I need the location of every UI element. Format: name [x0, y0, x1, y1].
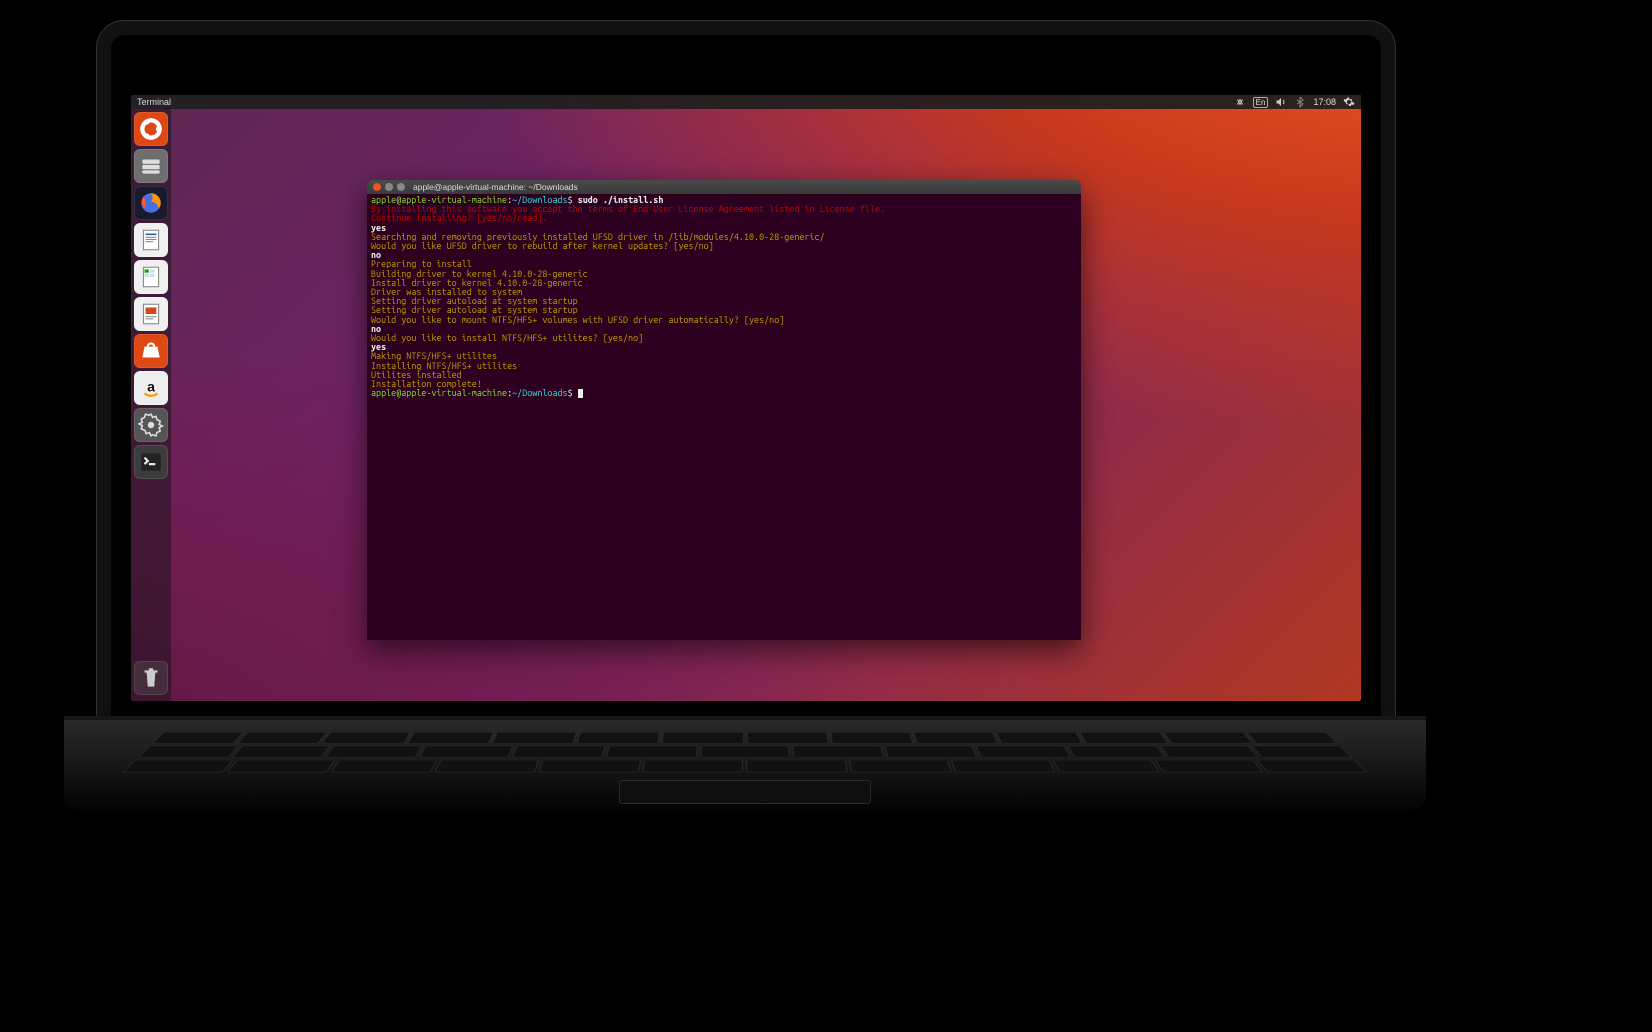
active-app-title[interactable]: Terminal — [137, 97, 171, 107]
maximize-icon[interactable] — [397, 183, 405, 191]
window-title: apple@apple-virtual-machine: ~/Downloads — [413, 182, 578, 192]
trash-icon[interactable] — [134, 661, 168, 695]
keyboard-layout-indicator[interactable]: En — [1253, 97, 1269, 108]
clock[interactable]: 17:08 — [1313, 97, 1336, 107]
software-center-icon[interactable] — [134, 334, 168, 368]
files-icon[interactable] — [134, 149, 168, 183]
laptop-frame: Terminal En 17:08 — [96, 20, 1396, 722]
gear-icon[interactable] — [1343, 96, 1355, 108]
network-icon[interactable] — [1234, 96, 1246, 108]
writer-icon[interactable] — [134, 223, 168, 257]
settings-icon[interactable] — [134, 408, 168, 442]
close-icon[interactable] — [373, 183, 381, 191]
window-titlebar[interactable]: apple@apple-virtual-machine: ~/Downloads — [367, 180, 1081, 194]
ubuntu-dash-icon[interactable] — [134, 112, 168, 146]
svg-text:a: a — [147, 378, 155, 394]
volume-icon[interactable] — [1275, 96, 1287, 108]
screen: Terminal En 17:08 — [131, 95, 1361, 701]
trackpad — [619, 780, 871, 804]
amazon-icon[interactable]: a — [134, 371, 168, 405]
impress-icon[interactable] — [134, 297, 168, 331]
keyboard — [139, 732, 1351, 756]
terminal-icon[interactable] — [134, 445, 168, 479]
bluetooth-icon[interactable] — [1294, 96, 1306, 108]
firefox-icon[interactable] — [134, 186, 168, 220]
calc-icon[interactable] — [134, 260, 168, 294]
laptop-base — [64, 720, 1426, 818]
terminal-window[interactable]: apple@apple-virtual-machine: ~/Downloads… — [367, 180, 1081, 640]
launcher: a — [131, 109, 171, 701]
bezel: Terminal En 17:08 — [111, 35, 1381, 721]
terminal-output[interactable]: apple@apple-virtual-machine:~/Downloads$… — [367, 194, 1081, 640]
minimize-icon[interactable] — [385, 183, 393, 191]
desktop-wallpaper[interactable]: Terminal En 17:08 — [131, 95, 1361, 701]
top-panel: Terminal En 17:08 — [131, 95, 1361, 109]
